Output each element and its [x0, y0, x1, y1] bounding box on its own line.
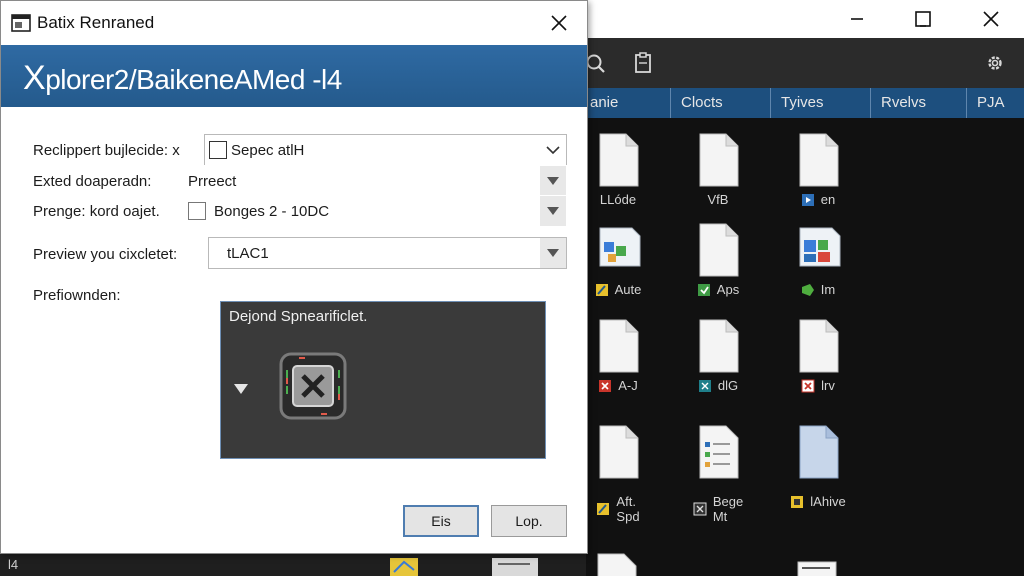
field-value: tLAC1	[227, 245, 269, 262]
dropdown-arrow[interactable]	[540, 166, 566, 196]
dark-badge-icon	[693, 502, 707, 516]
field-label: Exted doaperadn:	[33, 173, 152, 190]
document-icon	[699, 319, 739, 373]
preview-pane-title: Dejond Spnearificlet.	[229, 308, 368, 325]
rename-dialog: Batix Renraned Xplorer2/BaikeneAMed -l4 …	[0, 0, 588, 554]
preview-pane: Dejond Spnearificlet.	[220, 301, 546, 459]
green-arrow-badge-icon	[801, 283, 814, 296]
file-item[interactable]: dlG	[672, 318, 764, 398]
maximize-button[interactable]	[900, 0, 946, 38]
minimize-icon	[851, 18, 863, 20]
banner-title: Xplorer2/BaikeneAMed -l4	[23, 59, 342, 97]
dropdown-arrow[interactable]	[540, 135, 566, 165]
document-icon	[599, 425, 639, 479]
file-item[interactable]: VfB	[672, 132, 764, 212]
explorer-toolbar	[586, 38, 1024, 88]
field-value: Bonges 2 - 10DC	[214, 203, 330, 220]
file-item[interactable]: Im	[772, 222, 864, 302]
column-header-clocts[interactable]: Clocts	[670, 88, 770, 118]
dialog-titlebar: Batix Renraned	[1, 1, 587, 45]
triangle-down-icon	[547, 207, 559, 215]
document-icon	[799, 133, 839, 187]
triangle-down-icon[interactable]	[233, 382, 249, 396]
cancel-button[interactable]: Lop.	[491, 505, 567, 537]
file-item[interactable]: lAhive	[772, 424, 864, 509]
clipboard-icon	[635, 52, 651, 73]
triangle-down-icon	[547, 177, 559, 185]
dialog-title: Batix Renraned	[37, 13, 155, 32]
file-item[interactable]: Aft. Spd	[586, 424, 664, 524]
column-header-name[interactable]: anie	[586, 88, 670, 118]
blue-badge-icon	[801, 193, 814, 206]
thumbnail-strip	[390, 558, 538, 576]
minimize-button[interactable]	[834, 0, 880, 38]
column-header-bar: anie Clocts Tyives Rvelvs PJA	[586, 88, 1024, 118]
dialog-banner: Xplorer2/BaikeneAMed -l4	[1, 45, 587, 107]
media-file-icon	[599, 227, 641, 267]
column-header-rvelvs[interactable]: Rvelvs	[870, 88, 966, 118]
ok-button[interactable]: Eis	[403, 505, 479, 537]
status-text: l4	[8, 557, 19, 572]
chip-icon	[279, 352, 347, 420]
explorer-close-button[interactable]	[968, 0, 1014, 38]
file-item[interactable]: A-J	[586, 318, 664, 398]
yellow-badge-icon	[595, 283, 608, 296]
column-header-pja[interactable]: PJA	[966, 88, 1024, 118]
yellow-badge-icon	[597, 503, 610, 515]
file-item[interactable]: Aps	[672, 222, 764, 302]
blue-document-icon	[799, 425, 839, 479]
gear-icon	[988, 56, 1002, 70]
clipboard-button[interactable]	[626, 46, 660, 80]
file-item[interactable]: Bege Mt	[672, 424, 764, 524]
dropdown-arrow[interactable]	[540, 196, 566, 226]
document-icon	[699, 133, 739, 187]
red-badge-icon	[599, 379, 612, 392]
green-badge-icon	[697, 283, 710, 296]
file-item[interactable]: Aute	[586, 222, 664, 302]
document-icon	[597, 553, 637, 576]
document-icon	[797, 561, 837, 576]
extend-dropdown[interactable]: Prreect	[181, 165, 567, 197]
range-checkbox[interactable]	[188, 202, 206, 220]
range-dropdown[interactable]: Bonges 2 - 10DC	[181, 195, 567, 227]
preview-label: Prefiownden:	[33, 287, 121, 304]
chevron-down-icon	[546, 146, 560, 155]
recipient-checkbox[interactable]	[209, 141, 227, 159]
document-icon	[699, 223, 739, 277]
column-header-types[interactable]: Tyives	[770, 88, 870, 118]
triangle-down-icon	[547, 249, 559, 257]
field-label: Reclippert bujlecide: x	[33, 142, 180, 159]
field-label: Prenge: kord oajet.	[33, 203, 160, 220]
file-grid: LLóde VfB en Aute Aps Im A-J dlG lrv Aft…	[586, 118, 1024, 576]
document-icon	[599, 319, 639, 373]
field-label: Preview you cixcletet:	[33, 246, 178, 263]
dialog-close-button[interactable]	[537, 5, 581, 41]
app-window-icon	[11, 14, 31, 32]
field-value: Sepec atlH	[231, 142, 305, 159]
field-value: Prreect	[188, 173, 237, 190]
close-icon	[983, 11, 999, 27]
maximize-icon	[915, 11, 931, 27]
file-item[interactable]: LLóde	[586, 132, 664, 212]
close-icon	[551, 15, 567, 31]
yellow-badge-icon	[791, 495, 804, 508]
file-item[interactable]: en	[772, 132, 864, 212]
dropdown-arrow[interactable]	[540, 238, 566, 268]
file-item[interactable]: lrv	[772, 318, 864, 398]
document-icon	[599, 133, 639, 187]
settings-button[interactable]	[978, 46, 1012, 80]
media-file-icon	[799, 227, 841, 267]
teal-badge-icon	[698, 379, 711, 392]
document-icon	[799, 319, 839, 373]
preview-dropdown[interactable]: tLAC1	[208, 237, 567, 269]
recipient-dropdown[interactable]: Sepec atlH	[204, 134, 567, 166]
red-x-badge-icon	[801, 379, 815, 392]
list-document-icon	[699, 425, 739, 479]
